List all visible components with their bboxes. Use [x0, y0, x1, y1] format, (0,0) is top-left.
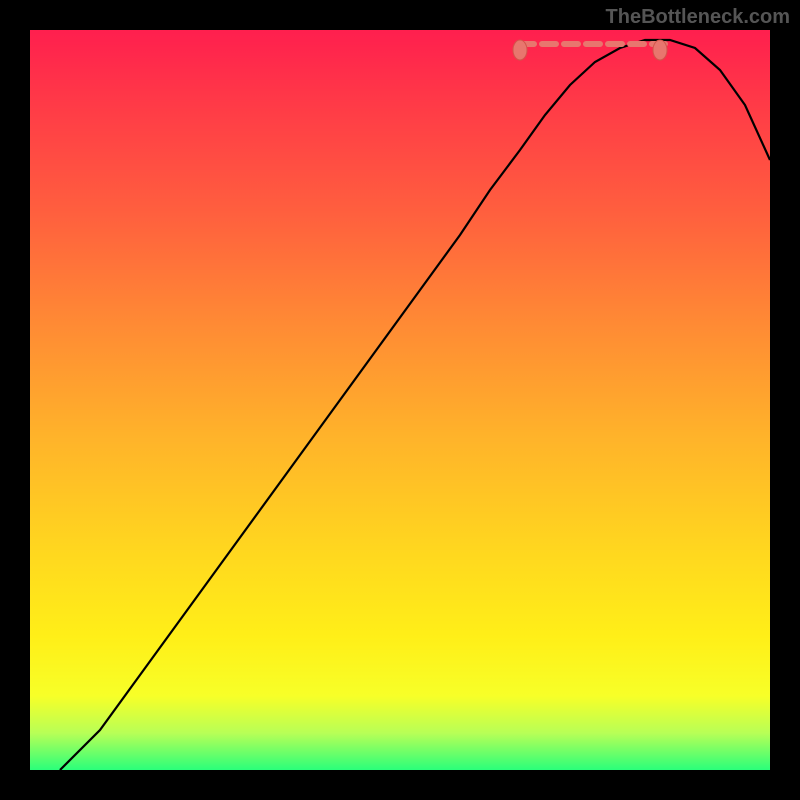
curve-layer	[30, 30, 770, 770]
bottleneck-curve	[60, 40, 770, 770]
watermark-text: TheBottleneck.com	[606, 6, 790, 29]
chart-frame: TheBottleneck.com	[0, 0, 800, 800]
range-marker-left	[513, 40, 527, 60]
range-marker-right	[653, 40, 667, 60]
